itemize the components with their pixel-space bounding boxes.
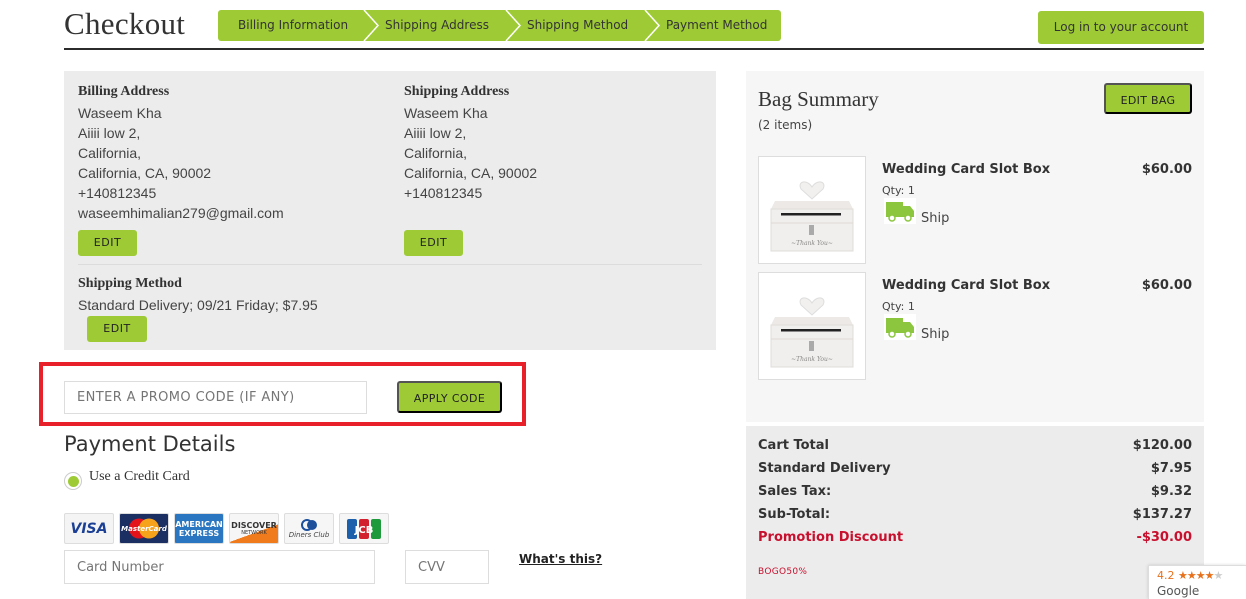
checkout-steps: Billing Information Shipping Address Shi… [218,10,781,41]
edit-shipping-button[interactable]: EDIT [404,230,463,256]
applied-promo-code: BOGO50% [758,567,808,577]
bag-item-count: (2 items) [758,118,813,132]
checkout-info-panel: Billing Address Waseem Kha Aiiii low 2, … [64,71,716,350]
promo-code-input[interactable] [64,381,367,414]
shipping-name: Waseem Kha [404,105,488,121]
billing-address-block: Billing Address Waseem Kha Aiiii low 2, … [78,83,284,223]
total-value: $9.32 [1150,484,1192,499]
google-label: Google [1157,584,1200,598]
total-value: $120.00 [1132,438,1192,453]
shipping-street: Aiiii low 2, [404,125,467,141]
step-payment-method[interactable]: Payment Method [646,10,781,41]
radio-selected-dot [68,476,79,487]
step-label: Billing Information [238,18,349,32]
truck-icon [884,314,916,340]
apply-code-button[interactable]: APPLY CODE [397,381,502,413]
edit-bag-button[interactable]: EDIT BAG [1104,83,1192,114]
total-label: Sub-Total: [758,507,831,522]
diners-club-card-icon: Diners Club [284,513,334,544]
billing-street: Aiiii low 2, [78,125,141,141]
discount-value: -$30.00 [1136,530,1192,545]
shipping-city: California, [404,145,468,161]
payment-details-title: Payment Details [64,432,236,456]
cart-total-row: Cart Total $120.00 [758,438,1192,458]
svg-text:JCB: JCB [354,525,374,536]
header-divider [64,48,1204,50]
step-shipping-method[interactable]: Shipping Method [507,10,660,41]
accepted-cards: VISA MasterCard AMERICAN EXPRESS DISCOVER… [64,513,389,544]
step-billing-information[interactable]: Billing Information [218,10,379,41]
card-number-input[interactable] [64,550,375,584]
total-value: $137.27 [1132,507,1192,522]
total-label: Cart Total [758,438,829,453]
step-label: Payment Method [666,18,768,32]
star-empty-icon: ★ [1213,569,1223,582]
total-value: $7.95 [1150,461,1192,476]
shipping-method-title: Shipping Method [78,276,182,291]
step-label: Shipping Method [527,18,629,32]
bag-item: ~Thank You~ Wedding Card Slot Box $60.00… [758,156,1192,266]
svg-text:~Thank You~: ~Thank You~ [791,356,833,363]
edit-shipping-method-button[interactable]: EDIT [87,316,147,342]
sales-tax-row: Sales Tax: $9.32 [758,484,1192,504]
total-label: Standard Delivery [758,461,891,476]
item-name[interactable]: Wedding Card Slot Box [882,162,1050,177]
panel-divider [78,264,702,265]
svg-text:MasterCard: MasterCard [121,525,168,533]
billing-name: Waseem Kha [78,105,162,121]
credit-card-radio-label[interactable]: Use a Credit Card [89,469,190,485]
google-rating-badge[interactable]: 4.2 ★★★★★ Google [1148,565,1246,599]
shipping-method-block: Shipping Method Standard Delivery; 09/21… [78,275,318,315]
wedding-card-box-image[interactable]: ~Thank You~ [758,272,866,380]
promotion-discount-row: Promotion Discount -$30.00 [758,530,1192,550]
step-shipping-address[interactable]: Shipping Address [365,10,521,41]
item-qty: Qty: 1 [882,184,915,197]
star-icon: ★★★★ [1178,569,1214,582]
amex-card-icon: AMERICAN EXPRESS [174,513,224,544]
bag-item: ~Thank You~ Wedding Card Slot Box $60.00… [758,272,1192,382]
subtotal-row: Sub-Total: $137.27 [758,507,1192,527]
shipping-address-title: Shipping Address [404,84,510,99]
item-price: $60.00 [1141,162,1192,177]
item-ship-method: Ship [921,327,950,342]
svg-text:~Thank You~: ~Thank You~ [791,240,833,247]
cvv-input[interactable] [405,550,489,584]
edit-billing-button[interactable]: EDIT [78,230,137,256]
page-title: Checkout [64,6,186,41]
item-qty: Qty: 1 [882,300,915,313]
rating-value: 4.2 [1157,569,1175,582]
billing-city: California, [78,145,142,161]
whats-this-link[interactable]: What's this? [519,552,602,566]
shipping-address-block: Shipping Address Waseem Kha Aiiii low 2,… [404,83,537,203]
discover-card-icon: DISCOVER NETWORK [229,513,279,544]
billing-email: waseemhimalian279@gmail.com [78,205,284,221]
truck-icon [884,198,916,224]
visa-card-icon: VISA [64,513,114,544]
wedding-card-box-image[interactable]: ~Thank You~ [758,156,866,264]
billing-phone: +140812345 [78,185,157,201]
bag-summary-title: Bag Summary [758,87,879,111]
order-totals-panel: Cart Total $120.00 Standard Delivery $7.… [746,426,1204,599]
shipping-method-value: Standard Delivery; 09/21 Friday; $7.95 [78,297,318,313]
shipping-region: California, CA, 90002 [404,165,538,181]
bag-summary-panel: Bag Summary (2 items) EDIT BAG ~Thank Yo… [746,71,1204,422]
item-price: $60.00 [1141,278,1192,293]
total-label: Sales Tax: [758,484,832,499]
credit-card-radio[interactable] [64,472,82,490]
item-ship-method: Ship [921,211,950,226]
login-button[interactable]: Log in to your account [1038,11,1204,44]
discount-label: Promotion Discount [758,530,904,545]
billing-address-title: Billing Address [78,84,170,99]
mastercard-card-icon: MasterCard [119,513,169,544]
item-name[interactable]: Wedding Card Slot Box [882,278,1050,293]
shipping-phone: +140812345 [404,185,483,201]
google-rating: 4.2 ★★★★★ [1157,569,1223,582]
delivery-row: Standard Delivery $7.95 [758,461,1192,481]
jcb-card-icon: JCB [339,513,389,544]
billing-region: California, CA, 90002 [78,165,212,181]
step-label: Shipping Address [385,18,489,32]
